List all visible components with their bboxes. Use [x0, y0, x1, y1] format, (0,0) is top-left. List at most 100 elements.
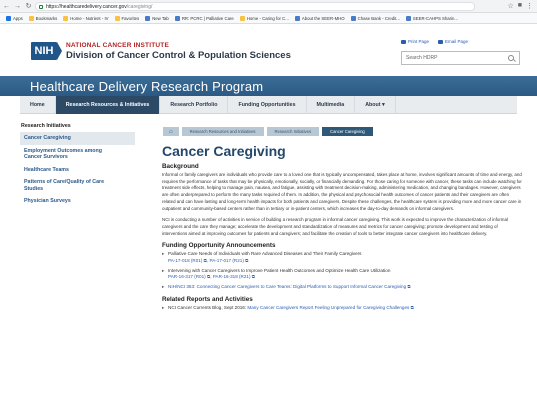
breadcrumb-item[interactable]: Research Resources and Initiatives — [181, 127, 264, 136]
bookmark-item[interactable]: Home - Caring for C... — [239, 15, 289, 21]
print-page-link[interactable]: Print Page — [401, 39, 429, 44]
bookmark-item[interactable]: SEER-CAHPS Sharin... — [405, 15, 459, 21]
nav-item-1[interactable]: Home — [20, 95, 56, 114]
sidebar-item-label: Cancer Survivors — [24, 154, 68, 160]
sidebar-item-label: Healthcare Teams — [24, 166, 69, 173]
search-input[interactable]: Search HDRP — [401, 51, 520, 65]
extension-icon[interactable]: ■ — [518, 2, 522, 10]
funding-links[interactable]: PAR-16-317 (R01) ⧉, PAR-16-318 (R21) ⧉ — [168, 274, 522, 280]
apps-grid-icon — [6, 15, 11, 21]
bookmark-item[interactable]: Favorites — [114, 15, 140, 21]
bookmark-label: Favorites — [121, 15, 140, 21]
sidebar-item-label: Physician Surveys — [24, 198, 71, 204]
browser-window: ← → ↻ https://healthcaredelivery.cancer.… — [0, 0, 537, 405]
url-host: https://healthcaredelivery.cancer.gov — [46, 3, 127, 10]
sidebar-item[interactable]: Physician Surveys — [20, 195, 135, 208]
background-paragraph-1: Informal or family caregivers are indivi… — [162, 172, 522, 211]
main-content: Cancer Caregiving Background Informal or… — [162, 143, 522, 311]
funding-item: NIH/NCI 353: Connecting Cancer Caregiver… — [162, 284, 522, 290]
division-name: Division of Cancer Control & Population … — [66, 50, 291, 61]
back-icon[interactable]: ← — [2, 2, 11, 11]
star-icon — [28, 15, 34, 21]
breadcrumb-item[interactable]: Research Initiatives — [266, 127, 320, 136]
sidebar-item[interactable]: Healthcare Teams — [20, 164, 135, 177]
email-page-link[interactable]: Email Page — [438, 39, 468, 44]
page-icon — [294, 15, 300, 21]
bookmark-label: Home - Nutrient - IV — [70, 15, 109, 21]
bookmark-label: SEER-CAHPS Sharin... — [412, 15, 459, 21]
forward-icon[interactable]: → — [13, 2, 22, 11]
page-icon — [174, 15, 180, 21]
bookmark-label: Bookmarks — [35, 15, 58, 21]
menu-icon[interactable]: ⋮ — [526, 2, 533, 10]
bookmark-label: About the SEER-MHO — [301, 15, 345, 21]
breadcrumb: ⌂ Research Resources and Initiatives Rese… — [163, 127, 376, 136]
printer-icon — [401, 39, 406, 44]
utility-links: Print Page Email Page — [401, 39, 468, 44]
browser-actions: ☆ ■ ⋮ — [507, 2, 533, 10]
page-icon — [350, 15, 356, 21]
funding-heading: Funding Opportunity Announcements — [162, 242, 276, 250]
bookmark-item[interactable]: RR: PCRC | Palliative Care — [174, 15, 234, 21]
sidebar-item[interactable]: Cancer Caregiving — [20, 132, 135, 145]
background-paragraph-2: NCI is conducting a number of activities… — [162, 217, 508, 236]
breadcrumb-item[interactable]: Cancer Caregiving — [322, 127, 373, 136]
bookmark-item[interactable]: Apps — [6, 15, 23, 21]
search-placeholder: Search HDRP — [406, 55, 438, 61]
email-icon — [438, 39, 444, 44]
funding-item: Intervening with Cancer Caregivers to Im… — [162, 268, 522, 280]
related-item: NCI Cancer Currents Blog, Sept 2016: Man… — [162, 305, 522, 311]
related-heading: Related Reports and Activities — [162, 296, 253, 304]
sidebar: Research Initiatives Cancer Caregiving Em… — [20, 123, 135, 208]
nav-item-5[interactable]: Multimedia — [307, 95, 356, 114]
sidebar-heading[interactable]: Research Initiatives — [20, 123, 135, 129]
search-icon[interactable] — [508, 55, 514, 61]
bookmark-label: New Tab — [152, 15, 169, 21]
funding-links[interactable]: PA-17-018 (R01) ⧉, PA-17-017 (R21) ⧉ — [168, 258, 522, 264]
sidebar-items: Cancer Caregiving Employment Outcomes amo… — [20, 132, 135, 208]
url-path: /caregiving/ — [126, 3, 153, 10]
nav-item-4[interactable]: Funding Opportunities — [228, 95, 307, 114]
funding-list: Palliative Care Needs of Individuals wit… — [162, 251, 522, 290]
reload-icon[interactable]: ↻ — [24, 2, 33, 11]
bookmark-item[interactable]: New Tab — [145, 15, 169, 21]
nav-item-2[interactable]: Research Resources & Initiatives — [55, 95, 161, 114]
nih-logo[interactable]: NIH — [31, 42, 62, 60]
page-icon — [405, 15, 411, 21]
bookmark-item[interactable]: About the SEER-MHO — [294, 15, 345, 21]
browser-toolbar: ← → ↻ https://healthcaredelivery.cancer.… — [0, 0, 537, 13]
related-prefix: NCI Cancer Currents Blog, Sept 2016: — [168, 305, 247, 311]
page-title: Cancer Caregiving — [162, 143, 286, 159]
home-icon[interactable]: ⌂ — [163, 127, 179, 136]
related-link[interactable]: Many Cancer Caregivers Report Feeling Un… — [247, 305, 413, 310]
nav-item-3[interactable]: Research Portfolio — [160, 95, 229, 114]
sidebar-item-label: Studies — [24, 185, 44, 192]
sidebar-item[interactable]: Employment Outcomes among Cancer Survivor… — [20, 145, 135, 164]
bookmark-item[interactable]: Home - Nutrient - IV — [63, 15, 109, 21]
folder-icon — [63, 15, 69, 21]
folder-icon — [114, 15, 120, 21]
email-page-label: Email Page — [445, 39, 469, 44]
bookmarks-bar: Apps Bookmarks Home - Nutrient - IV Favorit… — [0, 13, 537, 24]
folder-icon — [239, 15, 245, 21]
sidebar-item[interactable]: Patterns of Care/Quality of Care Studies — [20, 176, 135, 195]
bookmark-label: Chase Bank - Credit... — [357, 15, 400, 21]
print-page-label: Print Page — [408, 39, 430, 44]
bookmark-item[interactable]: Chase Bank - Credit... — [350, 15, 400, 21]
main-nav: Home Research Resources & Initiatives Rese… — [20, 95, 517, 114]
program-title[interactable]: Healthcare Delivery Research Program — [30, 79, 263, 94]
funding-item: Palliative Care Needs of Individuals wit… — [162, 251, 522, 263]
bookmark-item[interactable]: Bookmarks — [28, 15, 58, 21]
bookmark-label: RR: PCRC | Palliative Care — [181, 15, 234, 21]
bookmark-star-icon[interactable]: ☆ — [507, 2, 513, 10]
bookmark-label: Home - Caring for C... — [246, 15, 289, 21]
nav-item-6[interactable]: About ▾ — [355, 95, 396, 114]
page-icon — [145, 15, 151, 21]
lock-icon — [39, 4, 43, 9]
org-name: NATIONAL CANCER INSTITUTE — [66, 42, 169, 49]
background-heading: Background — [162, 163, 199, 170]
funding-links[interactable]: NIH/NCI 353: Connecting Cancer Caregiver… — [168, 284, 522, 290]
sidebar-item-label: Cancer Caregiving — [24, 135, 71, 141]
address-bar[interactable]: https://healthcaredelivery.cancer.gov /c… — [35, 2, 475, 11]
bookmark-label: Apps — [13, 15, 23, 21]
